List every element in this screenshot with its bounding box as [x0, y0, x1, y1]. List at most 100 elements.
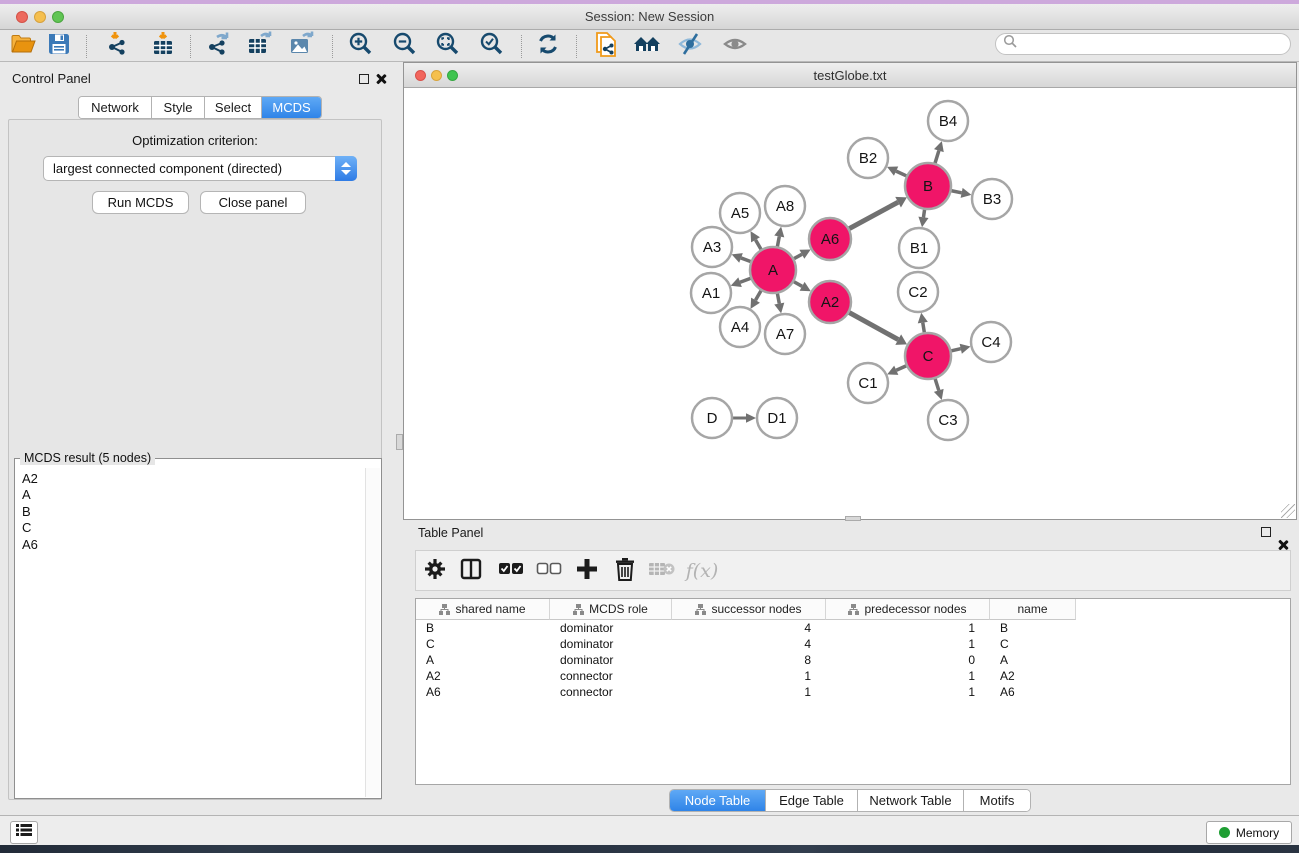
column-header-name[interactable]: name	[990, 599, 1076, 620]
mcds-result-item[interactable]: A2	[22, 471, 365, 487]
cell-mcds_role[interactable]: connector	[550, 684, 672, 700]
edge-A2-C[interactable]	[849, 313, 898, 340]
column-visibility-button[interactable]	[455, 555, 487, 587]
mcds-result-item[interactable]: A6	[22, 537, 365, 553]
edge-B-B2[interactable]	[896, 171, 906, 176]
tab-network-table[interactable]: Network Table	[858, 790, 964, 811]
node-A3[interactable]: A3	[692, 227, 732, 267]
zoom-out-button[interactable]	[388, 31, 422, 61]
column-header-mcds_role[interactable]: MCDS role	[550, 599, 672, 620]
node-A5[interactable]: A5	[720, 193, 760, 233]
cell-name[interactable]: C	[990, 636, 1076, 652]
zoom-selected-button[interactable]	[475, 31, 509, 61]
edge-C-C1[interactable]	[896, 366, 906, 370]
cell-successor_nodes[interactable]: 4	[672, 620, 826, 636]
import-table-button[interactable]	[146, 31, 180, 61]
cell-mcds_role[interactable]: dominator	[550, 620, 672, 636]
select-all-rows-button[interactable]	[495, 555, 527, 587]
control-panel-float-icon[interactable]	[359, 74, 369, 84]
tab-motifs[interactable]: Motifs	[964, 790, 1030, 811]
edge-A-A7[interactable]	[777, 294, 779, 304]
cell-shared_name[interactable]: C	[416, 636, 550, 652]
cell-mcds_role[interactable]: dominator	[550, 652, 672, 668]
node-B[interactable]: B	[905, 163, 951, 209]
delete-table-button[interactable]	[646, 555, 678, 587]
tab-network[interactable]: Network	[79, 97, 152, 118]
import-network-button[interactable]	[101, 31, 135, 61]
edge-C-C2[interactable]	[923, 323, 925, 333]
column-header-successor_nodes[interactable]: successor nodes	[672, 599, 826, 620]
network-frame-titlebar[interactable]: testGlobe.txt	[404, 63, 1296, 88]
edge-B-B3[interactable]	[952, 191, 962, 193]
node-C1[interactable]: C1	[848, 363, 888, 403]
node-A7[interactable]: A7	[765, 314, 805, 354]
node-B1[interactable]: B1	[899, 228, 939, 268]
edge-A-A6[interactable]	[794, 254, 802, 258]
edge-B-B4[interactable]	[935, 151, 939, 163]
cell-successor_nodes[interactable]: 1	[672, 684, 826, 700]
cell-name[interactable]: A	[990, 652, 1076, 668]
edge-A-A8[interactable]	[777, 236, 779, 246]
table-row[interactable]: A6connector11A6	[416, 684, 1290, 700]
node-C2[interactable]: C2	[898, 272, 938, 312]
zoom-in-button[interactable]	[344, 31, 378, 61]
horizontal-split-handle[interactable]	[845, 516, 861, 521]
show-eye-button[interactable]	[718, 31, 752, 61]
open-session-button[interactable]	[6, 31, 40, 61]
edge-A-A1[interactable]	[740, 278, 750, 282]
edge-A-A3[interactable]	[741, 258, 751, 262]
zoom-fit-button[interactable]	[431, 31, 465, 61]
node-C4[interactable]: C4	[971, 322, 1011, 362]
search-input[interactable]	[1018, 35, 1290, 53]
edge-B-B1[interactable]	[923, 210, 924, 218]
cell-shared_name[interactable]: A6	[416, 684, 550, 700]
cell-successor_nodes[interactable]: 4	[672, 636, 826, 652]
cell-successor_nodes[interactable]: 1	[672, 668, 826, 684]
network-canvas-svg[interactable]: B4B2BB3A8A5A6A3B1AA1C2A2A4A7C4CC1C3DD1	[404, 88, 1296, 519]
new-network-from-selection-button[interactable]	[590, 31, 624, 61]
cell-mcds_role[interactable]: dominator	[550, 636, 672, 652]
toggle-graphics-details-button[interactable]	[673, 31, 707, 61]
table-row[interactable]: Cdominator41C	[416, 636, 1290, 652]
add-column-button[interactable]	[571, 555, 603, 587]
node-C3[interactable]: C3	[928, 400, 968, 440]
export-image-button[interactable]	[285, 31, 319, 61]
cell-predecessor_nodes[interactable]: 1	[826, 620, 990, 636]
table-row[interactable]: A2connector11A2	[416, 668, 1290, 684]
home-layout-button[interactable]	[630, 31, 664, 61]
cell-shared_name[interactable]: B	[416, 620, 550, 636]
cell-shared_name[interactable]: A	[416, 652, 550, 668]
cell-predecessor_nodes[interactable]: 1	[826, 668, 990, 684]
node-A[interactable]: A	[750, 247, 796, 293]
node-A8[interactable]: A8	[765, 186, 805, 226]
node-B2[interactable]: B2	[848, 138, 888, 178]
mcds-result-item[interactable]: C	[22, 520, 365, 536]
edge-C-C4[interactable]	[951, 349, 960, 351]
node-D1[interactable]: D1	[757, 398, 797, 438]
cell-successor_nodes[interactable]: 8	[672, 652, 826, 668]
column-header-shared_name[interactable]: shared name	[416, 599, 550, 620]
search-box[interactable]	[995, 33, 1291, 55]
tab-node-table[interactable]: Node Table	[670, 790, 766, 811]
cell-name[interactable]: A6	[990, 684, 1076, 700]
table-row[interactable]: Adominator80A	[416, 652, 1290, 668]
mcds-result-item[interactable]: B	[22, 504, 365, 520]
run-mcds-button[interactable]: Run MCDS	[92, 191, 189, 214]
mcds-result-item[interactable]: A	[22, 487, 365, 503]
tab-edge-table[interactable]: Edge Table	[766, 790, 858, 811]
node-A1[interactable]: A1	[691, 273, 731, 313]
cell-predecessor_nodes[interactable]: 1	[826, 636, 990, 652]
edge-A-A5[interactable]	[756, 240, 761, 249]
edge-C-C3[interactable]	[935, 379, 939, 391]
export-network-button[interactable]	[201, 31, 235, 61]
node-B3[interactable]: B3	[972, 179, 1012, 219]
delete-column-button[interactable]	[609, 555, 641, 587]
table-settings-button[interactable]	[419, 555, 451, 587]
node-A4[interactable]: A4	[720, 307, 760, 347]
node-D[interactable]: D	[692, 398, 732, 438]
edge-A-A4[interactable]	[756, 291, 761, 300]
cell-name[interactable]: A2	[990, 668, 1076, 684]
node-C[interactable]: C	[905, 333, 951, 379]
save-session-button[interactable]	[42, 31, 76, 61]
memory-button[interactable]: Memory	[1206, 821, 1292, 844]
